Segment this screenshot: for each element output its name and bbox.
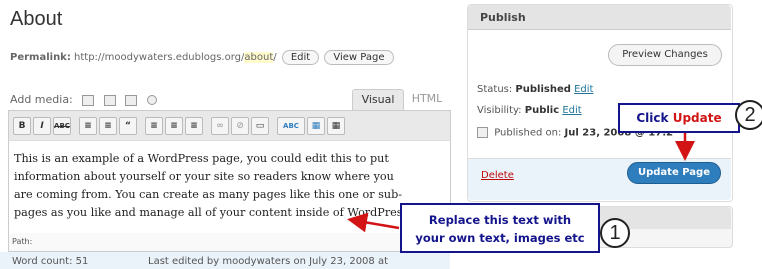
annotation-arrows (347, 131, 695, 233)
callout-replace-line1: Replace this text with (428, 213, 572, 227)
callout-replace-line2: your own text, images etc (415, 231, 585, 245)
step-number-2: 2 (735, 100, 762, 130)
step-number-1: 1 (600, 218, 630, 248)
arrow-to-editor-content (347, 212, 400, 233)
callout-update-action: Update (672, 111, 722, 125)
callout-replace-text: Replace this text with your own text, im… (400, 203, 600, 253)
callout-update-prefix: Click (636, 111, 669, 125)
callout-click-update: Click Update (618, 103, 740, 133)
